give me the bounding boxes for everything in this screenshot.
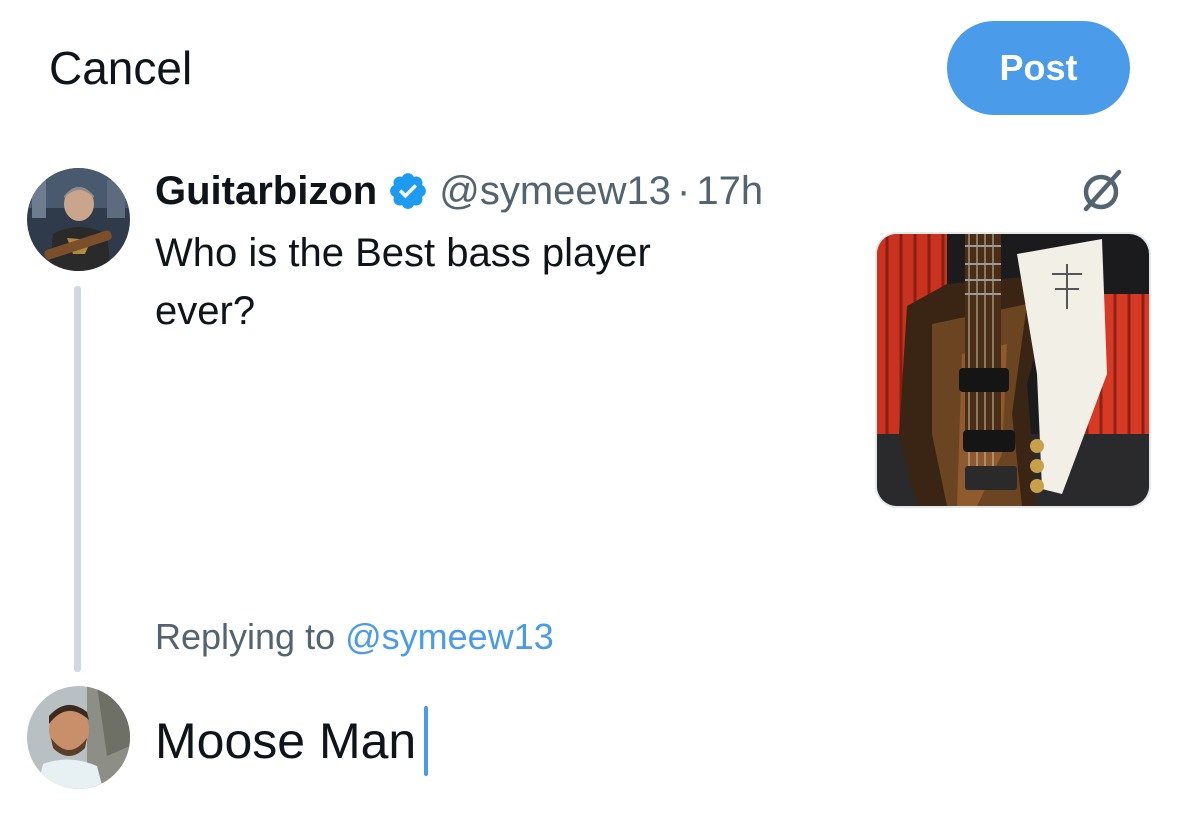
reply-text-input[interactable]: Moose Man xyxy=(155,711,416,771)
post-header: Guitarbizon @symeew13 · 17h xyxy=(155,164,763,218)
reply-composer[interactable]: Moose Man xyxy=(155,706,429,776)
post-media-thumbnail[interactable] xyxy=(875,232,1151,508)
grok-icon[interactable] xyxy=(1077,166,1127,216)
thread-connector-line xyxy=(74,286,81,672)
separator-dot: · xyxy=(677,168,691,213)
post-text: Who is the Best bass player ever? xyxy=(155,231,651,333)
post-timestamp: 17h xyxy=(696,168,764,213)
replying-to-label: Replying to @symeew13 xyxy=(155,613,554,661)
text-caret xyxy=(424,706,429,776)
verified-badge-icon xyxy=(387,170,429,212)
post-button[interactable]: Post xyxy=(947,21,1130,115)
replying-prefix: Replying to xyxy=(155,616,336,657)
author-name[interactable]: Guitarbizon xyxy=(155,169,377,214)
original-author-avatar[interactable] xyxy=(27,168,130,271)
replying-to-handle[interactable]: @symeew13 xyxy=(345,616,554,657)
current-user-avatar[interactable] xyxy=(27,686,130,789)
author-handle[interactable]: @symeew13 xyxy=(439,169,671,214)
cancel-button[interactable]: Cancel xyxy=(49,40,192,96)
